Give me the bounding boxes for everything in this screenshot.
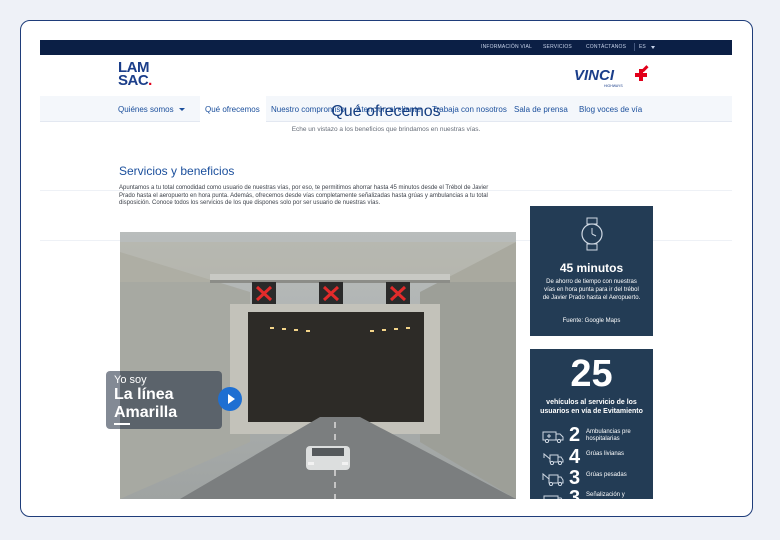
time-savings-value: 45 minutos (559, 261, 624, 275)
stat-number: 3 (569, 487, 581, 499)
utility-bar: INFORMACIÓN VIAL SERVICIOS CONTÁCTANOS E… (40, 40, 732, 55)
signaling-vehicle-icon (543, 495, 563, 499)
vehicles-description: vehículos al servicio de los usuarios en… (540, 399, 643, 415)
stat-label: Señalización y (586, 492, 625, 498)
vinci-logo-text: VINCI (574, 67, 615, 84)
watch-icon (581, 217, 603, 251)
video-caption: Yo soy La línea Amarilla (106, 371, 222, 429)
vinci-highways-logo[interactable]: VINCI HIGHWAYS (574, 65, 664, 89)
section-title: Servicios y beneficios (119, 164, 235, 178)
video-caption-line3: Amarilla (114, 404, 178, 421)
utility-divider (634, 43, 635, 51)
page-subtitle: Eche un vistazo a los beneficios que bri… (291, 126, 481, 133)
vehicles-count: 25 (570, 353, 613, 395)
link-informacion-vial[interactable]: INFORMACIÓN VIAL (481, 44, 532, 50)
vehicles-card: 25 vehículos al servicio de los usuarios… (530, 349, 653, 499)
light-tow-truck-icon (543, 452, 564, 465)
stat-label: Grúas livianas (586, 451, 625, 457)
section-body: Apuntamos a tu total comodidad como usua… (119, 185, 489, 206)
site-header: LAM SAC. VINCI HIGHWAYS (40, 55, 732, 96)
link-contactanos[interactable]: CONTÁCTANOS (586, 44, 626, 50)
video-thumbnail (120, 232, 516, 499)
video-player[interactable] (120, 232, 516, 499)
time-savings-source: Fuente: Google Maps (562, 318, 621, 324)
time-savings-description: De ahorro de tiempo con nuestras vías en… (542, 279, 641, 301)
time-savings-card: 45 minutos De ahorro de tiempo con nuest… (530, 206, 653, 336)
vinci-logo-subtext: HIGHWAYS (604, 84, 623, 88)
ambulance-icon (542, 431, 564, 443)
play-icon[interactable] (218, 387, 242, 411)
language-selector[interactable]: ES (639, 44, 646, 50)
link-servicios[interactable]: SERVICIOS (543, 44, 572, 50)
video-caption-line2: La línea (114, 386, 174, 403)
website-screen: INFORMACIÓN VIAL SERVICIOS CONTÁCTANOS E… (40, 40, 732, 499)
stat-label: Grúas pesadas (586, 472, 627, 478)
lamsac-logo[interactable]: LAM SAC. (118, 60, 158, 91)
stat-label: Ambulancias pre hospitalarias (586, 429, 631, 442)
chevron-down-icon[interactable] (651, 46, 655, 49)
page-title: Qué ofrecemos (331, 103, 441, 120)
heavy-tow-truck-icon (542, 472, 564, 486)
caption-underline (114, 423, 130, 425)
stat-number: 2 (569, 424, 581, 446)
stat-number: 4 (569, 446, 581, 468)
video-caption-line1: Yo soy (114, 374, 147, 386)
browser-frame: INFORMACIÓN VIAL SERVICIOS CONTÁCTANOS E… (20, 20, 753, 517)
